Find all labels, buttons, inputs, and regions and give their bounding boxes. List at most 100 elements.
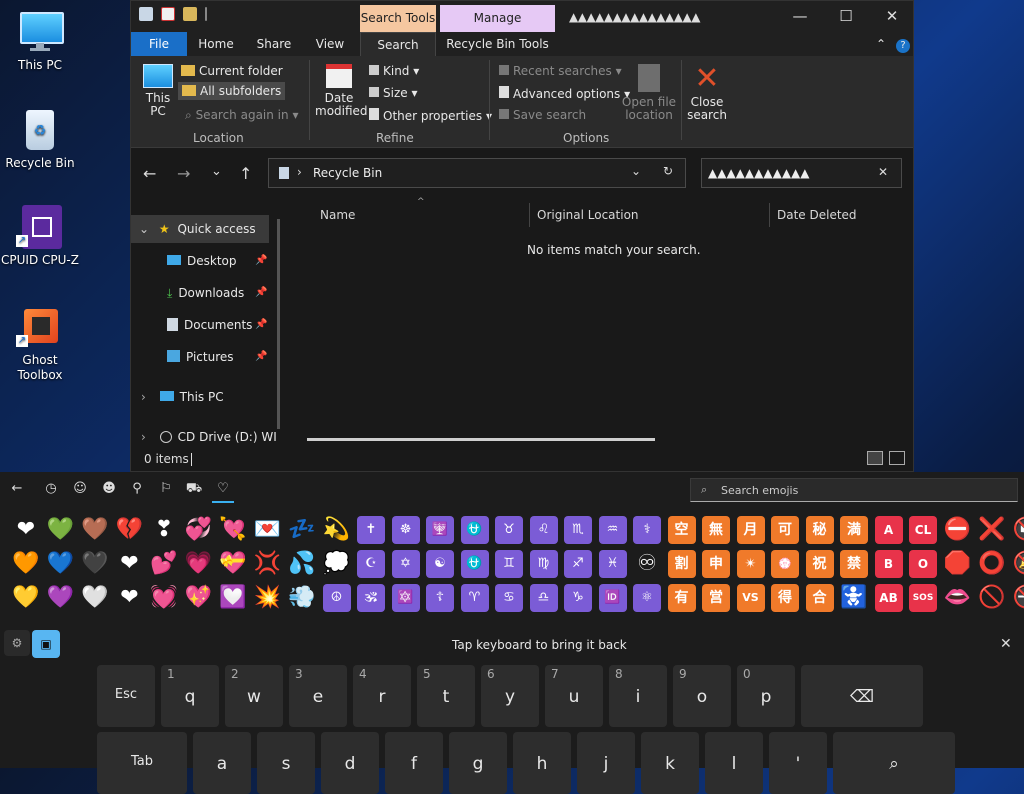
emoji-cell[interactable]: 🚫	[978, 584, 1006, 612]
close-search-button[interactable]: ✕ Close search	[683, 64, 731, 122]
backspace-key[interactable]: ⌫	[801, 665, 923, 727]
key-u[interactable]: 7u	[545, 665, 603, 727]
key-w[interactable]: 2w	[225, 665, 283, 727]
emoji-cell[interactable]: 💌	[254, 516, 282, 544]
emoji-cell[interactable]: ⭕	[978, 550, 1006, 578]
current-folder-button[interactable]: Current folder	[181, 64, 283, 78]
emoji-cell[interactable]: ⛔	[944, 516, 972, 544]
nav-item-cd-drive[interactable]: › CD Drive (D:) WII	[131, 423, 277, 451]
emoji-cell[interactable]: 🔯	[392, 584, 420, 612]
this-pc-button[interactable]: This PC	[141, 64, 175, 118]
expand-chevron-icon[interactable]: ›	[141, 390, 146, 404]
emoji-cell[interactable]: SOS	[909, 584, 937, 612]
key-k[interactable]: k	[641, 732, 699, 794]
emoji-cell[interactable]: 🔇	[1013, 516, 1024, 544]
search-box[interactable]: ▲▲▲▲▲▲▲▲▲▲▲ ✕	[701, 158, 902, 188]
key-a[interactable]: a	[193, 732, 251, 794]
emoji-cell[interactable]: 秘	[806, 516, 834, 544]
kind-button[interactable]: Kind ▾	[369, 64, 419, 78]
emoji-cell[interactable]: ♊	[495, 550, 523, 578]
emoji-cell[interactable]: 無	[702, 516, 730, 544]
celebration-icon[interactable]: ⚲	[126, 481, 148, 501]
emoji-cell[interactable]: ❌	[978, 516, 1006, 544]
recent-searches-button[interactable]: Recent searches ▾	[499, 64, 622, 78]
qat-dropdown-icon[interactable]	[205, 7, 207, 21]
emoji-cell[interactable]: 🚼	[840, 584, 868, 612]
emoji-cell[interactable]: 💨	[288, 584, 316, 612]
emoji-cell[interactable]: 🕉	[357, 584, 385, 612]
emoji-cell[interactable]: 💕	[150, 550, 178, 578]
emoji-cell[interactable]: ❤	[12, 516, 40, 544]
manage-context-tab[interactable]: Manage	[440, 5, 555, 32]
pin-icon[interactable]: 📌	[255, 311, 267, 339]
recent-clock-icon[interactable]: ◷	[40, 481, 62, 501]
emoji-cell[interactable]: 有	[668, 584, 696, 612]
emoji-cell[interactable]: 💘	[219, 516, 247, 544]
emoji-cell[interactable]: ☮	[323, 584, 351, 612]
esc-key[interactable]: Esc	[97, 665, 155, 727]
emoji-cell[interactable]: 💗	[185, 550, 213, 578]
emoji-cell[interactable]: 空	[668, 516, 696, 544]
key-l[interactable]: l	[705, 732, 763, 794]
emoji-cell[interactable]: 💛	[12, 584, 40, 612]
emoji-cell[interactable]: 申	[702, 550, 730, 578]
emoji-cell[interactable]: ☯	[426, 550, 454, 578]
close-button[interactable]: ✕	[869, 1, 915, 32]
key-t[interactable]: 5t	[417, 665, 475, 727]
emoji-cell[interactable]: B	[875, 550, 903, 578]
tab-file[interactable]: File	[131, 32, 187, 56]
key-h[interactable]: h	[513, 732, 571, 794]
tab-view[interactable]: View	[305, 32, 355, 56]
emoji-cell[interactable]: ♑	[564, 584, 592, 612]
emoji-cell[interactable]: ♾	[633, 550, 661, 578]
emoji-cell[interactable]: ✝	[357, 516, 385, 544]
address-bar[interactable]: › Recycle Bin ⌄ ↻	[268, 158, 686, 188]
key-r[interactable]: 4r	[353, 665, 411, 727]
desktop-icon-cpuz[interactable]: ↗ CPUID CPU-Z	[0, 205, 80, 268]
horizontal-scrollbar[interactable]	[307, 438, 655, 441]
emoji-cell[interactable]: 🖤	[81, 550, 109, 578]
emoji-cell[interactable]: ⛎	[461, 516, 489, 544]
emoji-cell[interactable]: ✴	[737, 550, 765, 578]
emoji-cell[interactable]: ✡	[392, 550, 420, 578]
search-tools-context-tab[interactable]: Search Tools	[360, 5, 436, 32]
emoji-cell[interactable]: 💞	[185, 516, 213, 544]
nav-pane-scrollbar[interactable]	[277, 219, 280, 429]
emoji-cell[interactable]: ♐	[564, 550, 592, 578]
key-f[interactable]: f	[385, 732, 443, 794]
nav-item-downloads[interactable]: ⤓Downloads 📌	[167, 279, 267, 307]
tab-recycle-bin-tools[interactable]: Recycle Bin Tools	[440, 32, 555, 56]
emoji-cell[interactable]: 祝	[806, 550, 834, 578]
emoji-cell[interactable]: ❤	[116, 550, 144, 578]
emoji-cell[interactable]: 💮	[771, 550, 799, 578]
emoji-cell[interactable]: O	[909, 550, 937, 578]
recent-locations-icon[interactable]: ⌄	[211, 164, 222, 179]
emoji-search-box[interactable]: ⌕ Search emojis	[690, 478, 1018, 502]
emoji-cell[interactable]: 禁	[840, 550, 868, 578]
flag-icon[interactable]: ⚐	[155, 481, 177, 501]
new-folder-icon[interactable]	[183, 7, 197, 21]
key-p[interactable]: 0p	[737, 665, 795, 727]
key-y[interactable]: 6y	[481, 665, 539, 727]
emoji-cell[interactable]: 合	[806, 584, 834, 612]
emoji-cell[interactable]: 月	[737, 516, 765, 544]
emoji-cell[interactable]: ⚛	[633, 584, 661, 612]
emoji-cell[interactable]: 💦	[288, 550, 316, 578]
size-button[interactable]: Size ▾	[369, 86, 417, 100]
emoji-cell[interactable]: ⛎	[461, 550, 489, 578]
emoji-cell[interactable]: 💚	[47, 516, 75, 544]
nav-item-documents[interactable]: Documents 📌	[167, 311, 267, 339]
heart-outline-icon[interactable]: ♡	[212, 481, 234, 503]
nav-item-desktop[interactable]: Desktop 📌	[167, 247, 267, 275]
help-icon[interactable]: ?	[895, 32, 911, 56]
emoji-cell[interactable]: 🛑	[944, 550, 972, 578]
tab-share[interactable]: Share	[249, 32, 299, 56]
emoji-cell[interactable]: ♒	[599, 516, 627, 544]
clipboard-keyboard-icon[interactable]: ▣	[32, 630, 60, 658]
key-o[interactable]: 9o	[673, 665, 731, 727]
emoji-cell[interactable]: 💭	[323, 550, 351, 578]
emoji-cell[interactable]: 💫	[323, 516, 351, 544]
emoji-cell[interactable]: ♏	[564, 516, 592, 544]
key-g[interactable]: g	[449, 732, 507, 794]
details-view-icon[interactable]	[867, 451, 883, 465]
